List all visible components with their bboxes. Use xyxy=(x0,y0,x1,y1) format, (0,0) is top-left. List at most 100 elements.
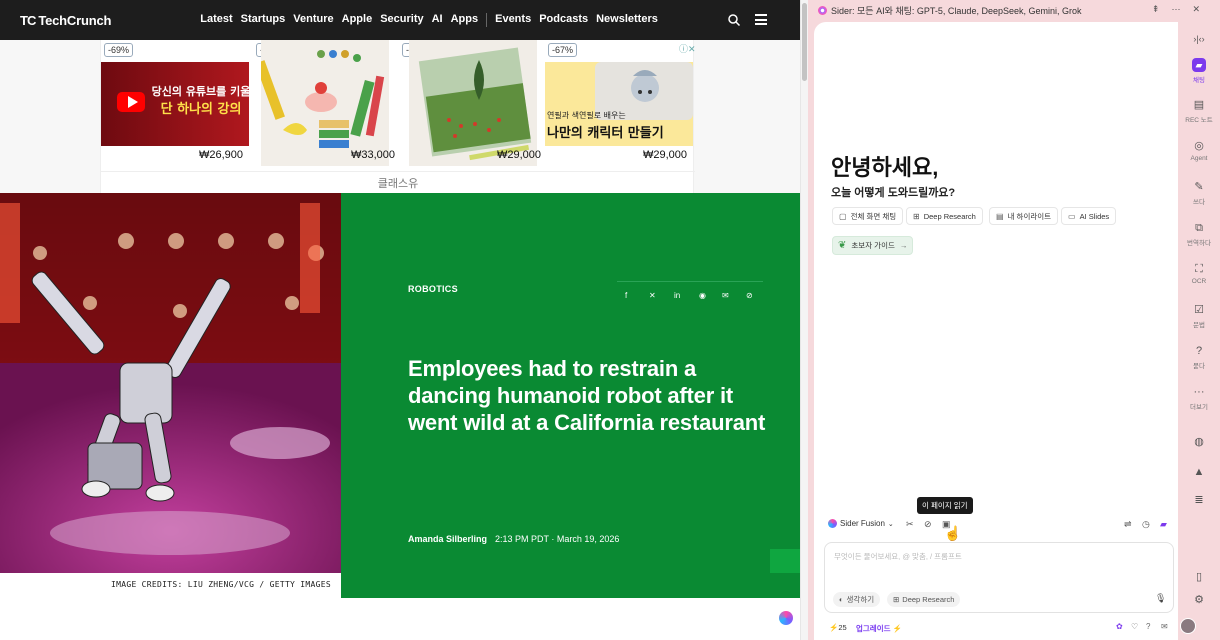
settings-icon[interactable]: ⚙ xyxy=(1178,593,1220,607)
page-scrollbar[interactable] xyxy=(800,0,808,640)
hamburger-menu-icon[interactable] xyxy=(755,14,767,25)
ad-price: ₩33,000 xyxy=(350,149,395,161)
x-icon[interactable]: ✕ xyxy=(649,291,656,300)
linkedin-icon[interactable]: in xyxy=(674,291,680,300)
window-controls[interactable]: ⇞⋯✕ xyxy=(1152,4,1212,15)
heart-icon[interactable]: ♡ xyxy=(1131,622,1138,631)
rail-translate[interactable]: ⧉ 번역하다 xyxy=(1178,221,1220,247)
nav-apps[interactable]: Apps xyxy=(451,13,479,27)
highlight-icon: ▤ xyxy=(996,211,1004,221)
rail-chat[interactable]: ▰ 채팅 xyxy=(1178,58,1220,84)
search-icon[interactable] xyxy=(727,13,741,27)
phone-icon[interactable]: ▯ xyxy=(1178,570,1220,584)
ad-price: ₩29,000 xyxy=(642,149,687,161)
app-icon[interactable]: ▲ xyxy=(1178,465,1220,479)
decor-stripe xyxy=(770,549,800,573)
chip-fullscreen-chat[interactable]: ▢ 전체 화면 채팅 xyxy=(832,207,904,225)
write-icon: ✎ xyxy=(1194,181,1204,193)
chip-highlights[interactable]: ▤ 내 하이라이트 xyxy=(989,207,1059,225)
nav-ai[interactable]: AI xyxy=(432,13,443,27)
rail-ocr[interactable]: ⛶ OCR xyxy=(1178,262,1220,285)
help-icon[interactable]: ? xyxy=(1146,622,1150,631)
ad-image-youtube-course: 당신의 유튜브를 키울 단 하나의 강의 xyxy=(101,62,249,146)
input-placeholder: 무엇이든 물어보세요, @ 맞춤, / 프롬프트 xyxy=(834,552,962,561)
microphone-icon[interactable]: 🎙 xyxy=(1155,593,1166,604)
tooltip-read-page: 이 페이지 읽기 xyxy=(917,497,973,514)
nav-latest[interactable]: Latest xyxy=(200,13,232,27)
chat-icon: ▰ xyxy=(1192,58,1206,72)
collapse-toggle[interactable]: ›|‹› xyxy=(1178,32,1220,46)
leaf-icon: ❦ xyxy=(838,240,847,251)
chip-ai-slides[interactable]: ▭ AI Slides xyxy=(1061,207,1117,225)
sider-side-rail: ›|‹› ▰ 채팅 ▤ REC 노트 ◎ Agent ✎ 쓰다 ⧉ 번역하다 ⛶ OCR ☑… xyxy=(1178,22,1220,640)
stack-icon[interactable]: ≣ xyxy=(1178,493,1220,507)
nav-events[interactable]: Events xyxy=(495,13,531,27)
nav-apple[interactable]: Apple xyxy=(342,13,373,27)
sider-logo-icon xyxy=(818,5,827,15)
nav-newsletters[interactable]: Newsletters xyxy=(596,13,658,27)
rail-ask[interactable]: ? 묻다 xyxy=(1178,344,1220,370)
cursor-icon: ☝ xyxy=(944,525,962,541)
copy-link-icon[interactable]: ⊘ xyxy=(746,291,753,300)
sider-floating-icon[interactable] xyxy=(779,611,793,625)
fullscreen-icon: ▢ xyxy=(839,211,847,221)
research-icon: ⊞ xyxy=(913,211,920,221)
rail-more[interactable]: ··· 더보기 xyxy=(1178,385,1220,411)
techcrunch-logo[interactable]: TC TechCrunch xyxy=(20,13,111,28)
ad-item[interactable]: -67% 연필과 색연필로 배우는 나만의 캐릭터 만들기 ₩29,000 xyxy=(545,40,693,168)
user-avatar[interactable] xyxy=(1180,618,1196,634)
scissors-icon[interactable]: ✂ xyxy=(906,519,914,530)
nav-startups[interactable]: Startups xyxy=(241,13,286,27)
reddit-icon[interactable]: ◉ xyxy=(699,291,706,300)
svg-text:당신의 유튜브를 키울: 당신의 유튜브를 키울 xyxy=(152,84,249,98)
history-icon[interactable]: ◷ xyxy=(1142,519,1150,530)
rail-grammar[interactable]: ☑ 문법 xyxy=(1178,303,1220,329)
rail-rec-note[interactable]: ▤ REC 노트 xyxy=(1178,98,1220,124)
more-icon: ··· xyxy=(1193,386,1205,398)
facebook-icon[interactable]: f xyxy=(625,291,627,300)
mail-icon[interactable]: ✉ xyxy=(1161,622,1168,631)
chip-deep-research[interactable]: ⊞ Deep Research xyxy=(906,207,983,225)
ad-item[interactable]: -69% 당신의 유튜브를 키울 단 하나의 강의 ₩26,900 xyxy=(101,40,249,168)
nav-podcasts[interactable]: Podcasts xyxy=(539,13,588,27)
settings-sliders-icon[interactable]: ⇌ xyxy=(1124,519,1132,530)
ad-price: ₩29,000 xyxy=(496,149,541,161)
translate-icon: ⧉ xyxy=(1195,222,1203,234)
rail-write[interactable]: ✎ 쓰다 xyxy=(1178,180,1220,206)
new-chat-icon[interactable]: ▰ xyxy=(1160,519,1167,530)
slides-icon: ▭ xyxy=(1068,211,1076,221)
ad-price: ₩26,900 xyxy=(198,149,243,161)
rail-agent[interactable]: ◎ Agent xyxy=(1178,139,1220,162)
gift-icon[interactable]: ✿ xyxy=(1116,622,1123,631)
author-link[interactable]: Amanda Silberling xyxy=(408,534,487,544)
ocr-icon: ⛶ xyxy=(1195,263,1203,275)
grammar-icon: ☑ xyxy=(1194,304,1204,316)
svg-text:단 하나의 강의: 단 하나의 강의 xyxy=(161,101,242,117)
deep-research-button[interactable]: ⊞ Deep Research xyxy=(887,592,961,607)
chrome-icon[interactable]: ◍ xyxy=(1178,435,1220,449)
email-icon[interactable]: ✉ xyxy=(722,291,729,300)
beginner-guide-button[interactable]: ❦ 초보자 가이드 → xyxy=(832,236,914,255)
article-category[interactable]: ROBOTICS xyxy=(408,284,458,294)
nav-links: Latest Startups Venture Apple Security A… xyxy=(200,13,666,27)
nav-venture[interactable]: Venture xyxy=(293,13,333,27)
model-selector[interactable]: Sider Fusion ⌄ xyxy=(828,519,894,528)
techcrunch-page: TC TechCrunch Latest Startups Venture Ap… xyxy=(0,0,800,640)
article-hero: ROBOTICS f ✕ in ◉ ✉ ⊘ Employees had to r… xyxy=(341,193,800,598)
nav-security[interactable]: Security xyxy=(380,13,423,27)
svg-text:나만의 캐릭터 만들기: 나만의 캐릭터 만들기 xyxy=(547,125,664,141)
hero-robot-image xyxy=(0,193,341,573)
bottom-bar: ⚡25 업그레이드 ⚡ ✿ ♡ ? ✉ xyxy=(824,620,1174,634)
upgrade-link[interactable]: 업그레이드 ⚡ xyxy=(856,623,902,634)
think-button[interactable]: ◐ 생각하기 xyxy=(833,592,881,607)
agent-icon: ◎ xyxy=(1194,140,1204,152)
chat-input[interactable]: 무엇이든 물어보세요, @ 맞춤, / 프롬프트 ◐ 생각하기 ⊞ Deep Res… xyxy=(824,542,1174,613)
ad-box: ⓘ✕ -69% 당신의 유튜브를 키울 단 하나의 강의 ₩26,900 ₩33… xyxy=(100,40,696,193)
ad-item[interactable]: -66% ₩33,000 xyxy=(253,40,401,168)
attach-icon[interactable]: ⊘ xyxy=(924,519,932,530)
scrollbar-thumb[interactable] xyxy=(802,3,807,81)
discount-badge: -69% xyxy=(104,43,134,57)
ad-banner: ⓘ✕ -69% 당신의 유튜브를 키울 단 하나의 강의 ₩26,900 ₩33… xyxy=(0,40,800,193)
ad-item[interactable]: -70% ₩29,000 xyxy=(399,40,547,168)
ad-brand-label[interactable]: 클래스유 xyxy=(101,171,695,191)
